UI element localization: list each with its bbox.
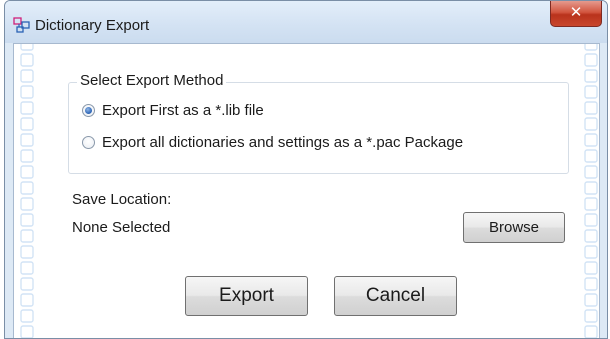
export-method-group-label: Select Export Method [77, 72, 227, 89]
save-location-value: None Selected [72, 219, 171, 236]
right-decorative-pattern [584, 44, 598, 338]
browse-button[interactable]: Browse [463, 212, 565, 243]
dictionary-export-dialog: Dictionary Export ✕ Select Export Method… [4, 0, 608, 339]
left-decorative-pattern [20, 44, 34, 338]
dialog-content: Select Export Method Export First as a *… [13, 43, 600, 338]
export-button[interactable]: Export [185, 276, 308, 316]
title-bar[interactable]: Dictionary Export ✕ [5, 1, 607, 43]
window-title: Dictionary Export [35, 17, 150, 34]
close-button[interactable]: ✕ [550, 1, 602, 27]
dictionary-export-icon [13, 16, 31, 34]
export-method-group: Select Export Method Export First as a *… [68, 72, 569, 174]
export-pac-option[interactable]: Export all dictionaries and settings as … [82, 134, 463, 151]
export-lib-label[interactable]: Export First as a *.lib file [102, 102, 264, 119]
cancel-button[interactable]: Cancel [334, 276, 457, 316]
export-pac-label[interactable]: Export all dictionaries and settings as … [102, 134, 463, 151]
export-lib-radio[interactable] [82, 104, 95, 117]
save-location-label: Save Location: [72, 191, 172, 208]
export-lib-option[interactable]: Export First as a *.lib file [82, 102, 264, 119]
export-pac-radio[interactable] [82, 136, 95, 149]
